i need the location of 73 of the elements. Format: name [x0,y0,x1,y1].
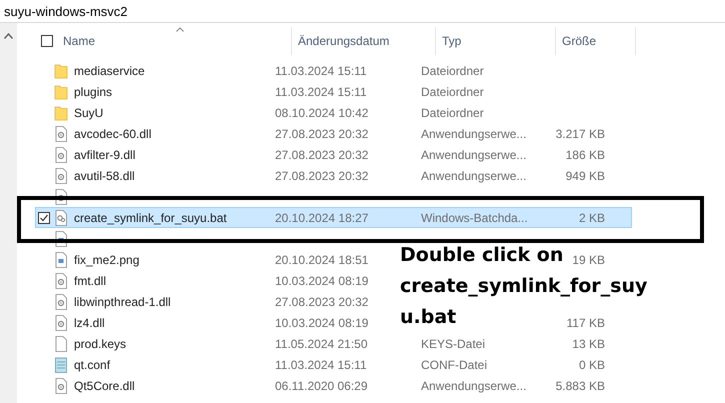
file-type: Anwendungserwe... [420,126,528,140]
file-type: Anwendungserwe... [420,378,528,392]
file-name: prod.keys [74,336,126,350]
file-size: 0 KB [578,358,605,372]
file-type: Anwendungserwe... [420,148,528,162]
gear-file-icon [54,146,68,162]
address-bar[interactable]: suyu-windows-msvc2 [0,0,725,23]
instruction-line: Double click on [400,243,564,268]
file-name: SuyU [74,106,104,120]
modified-date: 06.11.2020 06:29 [274,378,369,392]
file-size: 5.883 KB [556,378,605,392]
file-type: Anwendungserwe... [420,168,528,182]
file-size: 3.217 KB [556,126,605,140]
file-name: plugins [74,84,112,98]
file-type: Windows-Batchda... [420,210,529,224]
file-name: lz4.dll [74,316,105,330]
gear-file-icon [54,378,68,394]
file-name: fix_me2.png [74,252,140,266]
gear-file-icon [54,294,68,310]
file-name: avutil-58.dll [74,168,135,182]
text-file-icon [54,356,68,372]
image-file-icon [54,252,68,268]
modified-date: 11.03.2024 15:11 [274,84,368,98]
column-header[interactable]: Name [35,27,292,55]
file-name: qt.conf [74,358,110,372]
gear-file-icon [54,314,68,330]
file-type: Dateiordner [420,64,485,78]
modified-date: 27.08.2023 20:32 [274,294,370,308]
selected-file-row[interactable]: create_symlink_for_suyu.bat 20.10.2024 18:27 Windows-Batchda... 2 KB [35,207,632,228]
folder-icon [54,62,68,78]
file-name: fmt.dll [74,274,106,288]
file-name: Qt5Core.dll [74,378,135,392]
column-header[interactable]: Änderungsdatum [292,27,436,55]
file-name: create_symlink_for_suyu.bat [74,210,227,224]
file-type: KEYS-Datei [420,336,486,350]
file-size: 19 KB [572,252,605,266]
column-header[interactable]: Größe [556,27,636,55]
modified-date: 27.08.2023 20:32 [274,126,370,140]
gear-file-icon [54,126,68,142]
file-size: 949 KB [566,168,605,182]
gear-file-icon [54,272,68,288]
modified-date: 08.10.2024 10:42 [274,106,370,120]
modified-date: 11.03.2024 15:11 [274,64,368,78]
modified-date: 27.08.2023 20:32 [274,168,370,182]
scrollbar[interactable] [0,23,17,403]
column-header[interactable]: Typ [436,27,556,55]
file-size: 186 KB [566,148,605,162]
folder-icon [54,84,68,100]
file-name: avfilter-9.dll [74,148,136,162]
modified-date: 27.08.2023 20:32 [274,148,370,162]
row-checkbox[interactable] [38,212,50,224]
folder-icon [54,104,68,120]
column-label: Name [63,34,96,48]
file-name: avcodec-60.dll [74,126,152,140]
instruction-line: u.bat [400,305,456,330]
file-size: 2 KB [578,210,605,224]
gear-file-icon [54,168,68,184]
file-type: Dateiordner [420,106,485,120]
folder-path: suyu-windows-msvc2 [4,4,128,18]
file-type: Dateiordner [420,84,485,98]
checkmark-icon [39,212,49,222]
blank-file-icon [54,336,68,352]
file-name: mediaservice [74,64,145,78]
file-name: libwinpthread-1.dll [74,294,171,308]
modified-date: 11.03.2024 15:11 [274,358,368,372]
select-all-checkbox[interactable] [41,35,53,47]
file-size: 13 KB [572,336,605,350]
file-size: 117 KB [566,316,605,330]
instruction-line: create_symlink_for_suy [400,274,648,299]
modified-date: 20.10.2024 18:27 [274,210,370,224]
gear-file-icon [54,210,68,226]
modified-date: 11.05.2024 21:50 [274,336,369,350]
file-type: CONF-Datei [420,358,488,372]
